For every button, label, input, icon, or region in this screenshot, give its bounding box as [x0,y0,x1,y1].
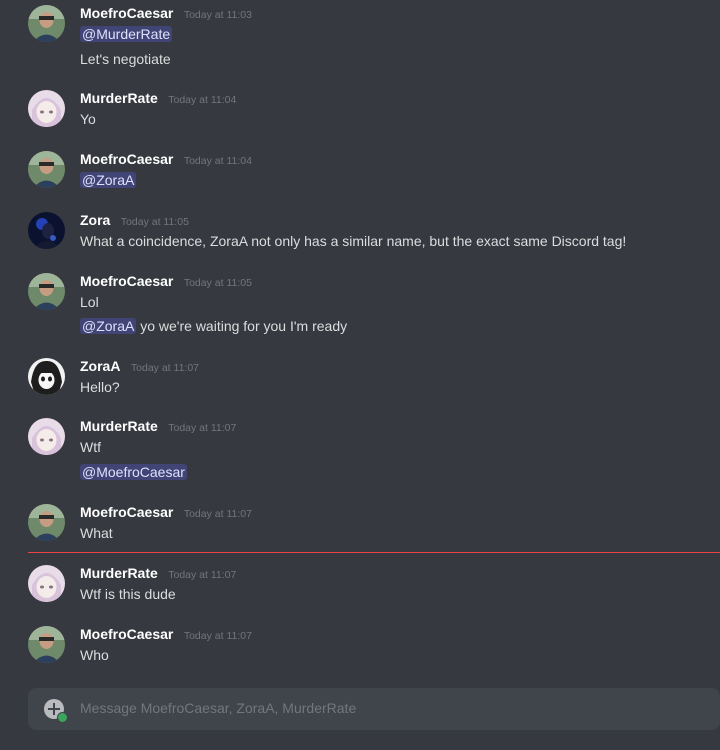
avatar[interactable] [28,565,65,602]
timestamp: Today at 11:07 [183,508,252,520]
username[interactable]: MoefroCaesar [80,626,173,642]
message-text: Let's negotiate [80,51,171,67]
avatar[interactable] [28,626,65,663]
message-text: Wtf [80,439,101,455]
user-mention[interactable]: @MurderRate [80,26,173,42]
avatar[interactable] [28,504,65,541]
message-text: What a coincidence, ZoraA not only has a… [80,233,627,249]
message-composer[interactable]: Message MoefroCaesar, ZoraA, MurderRate [28,688,720,730]
message-input-placeholder[interactable]: Message MoefroCaesar, ZoraA, MurderRate [80,700,356,716]
avatar[interactable] [28,273,65,310]
avatar[interactable] [28,90,65,127]
avatar[interactable] [28,358,65,395]
chat-message-list[interactable]: MoefroCaesar Today at 11:03 @MurderRate … [0,0,720,680]
timestamp: Today at 11:04 [183,155,252,167]
timestamp: Today at 11:05 [120,216,189,228]
username[interactable]: MoefroCaesar [80,504,173,520]
username[interactable]: MurderRate [80,90,158,106]
user-mention[interactable]: @MoefroCaesar [80,464,187,480]
user-mention[interactable]: @ZoraA [80,172,137,188]
timestamp: Today at 11:07 [168,569,237,581]
message-text: @ZoraA yo we're waiting for you I'm read… [80,318,347,334]
username[interactable]: MurderRate [80,565,158,581]
message-text: Wtf is this dude [80,586,176,602]
username[interactable]: Zora [80,212,110,228]
timestamp: Today at 11:07 [168,422,237,434]
user-mention[interactable]: @ZoraA [80,318,137,334]
message-text: Who [80,647,109,663]
status-dot-icon [57,712,68,723]
timestamp: Today at 11:04 [168,94,237,106]
avatar[interactable] [28,151,65,188]
timestamp: Today at 11:05 [183,277,252,289]
timestamp: Today at 11:03 [183,9,252,21]
username[interactable]: MoefroCaesar [80,273,173,289]
avatar[interactable] [28,418,65,455]
message-text-rest: yo we're waiting for you I'm ready [140,318,348,334]
timestamp: Today at 11:07 [130,362,200,374]
new-messages-divider [28,552,720,553]
username[interactable]: MoefroCaesar [80,151,173,167]
username[interactable]: MoefroCaesar [80,5,173,21]
username[interactable]: ZoraA [80,358,120,374]
message-text: Lol [80,294,99,310]
message-text: What [80,525,113,541]
message-text: Yo [80,111,96,127]
avatar[interactable] [28,212,65,249]
avatar[interactable] [28,5,65,42]
username[interactable]: MurderRate [80,418,158,434]
timestamp: Today at 11:07 [183,630,252,642]
message-text: Hello? [80,379,120,395]
